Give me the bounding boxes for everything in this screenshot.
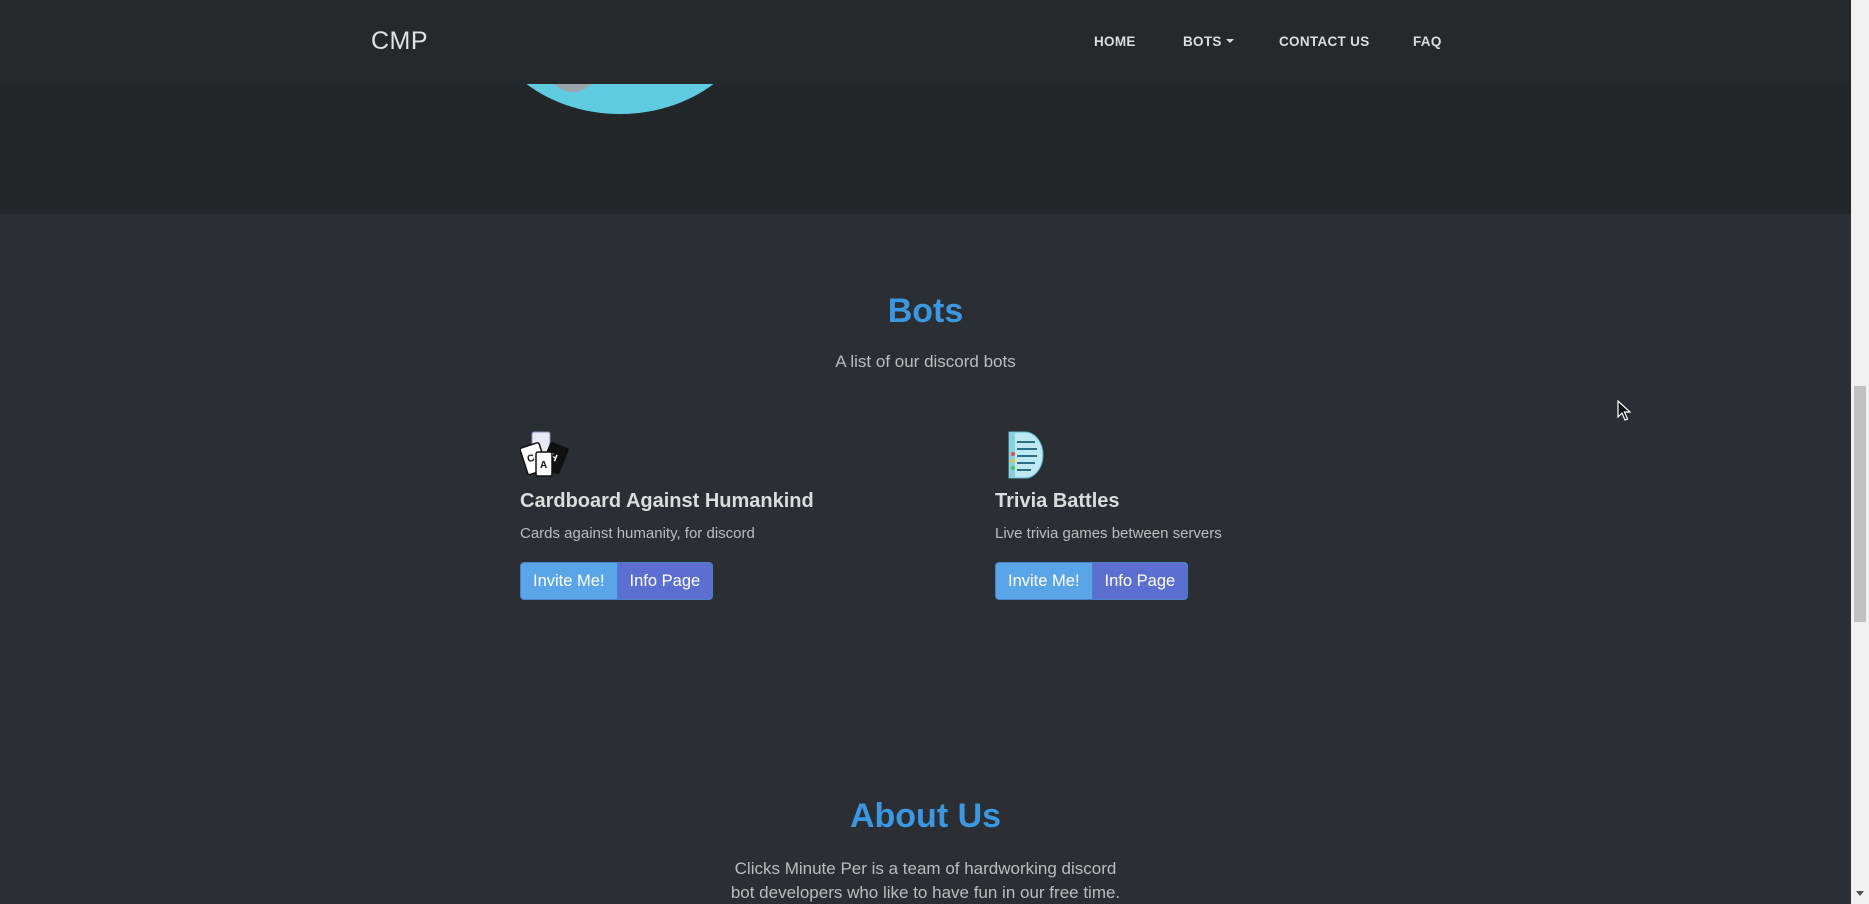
invite-button[interactable]: Invite Me! (995, 562, 1093, 600)
nav-bots-dropdown[interactable]: BOTS (1183, 34, 1234, 49)
info-page-button[interactable]: Info Page (1092, 562, 1189, 600)
bots-section-title: Bots (887, 292, 964, 330)
svg-text:A: A (540, 460, 547, 471)
caret-down-icon (1225, 39, 1234, 43)
about-description: Clicks Minute Per is a team of hardworki… (0, 857, 1851, 904)
scroll-down-arrow-icon[interactable] (1856, 891, 1864, 896)
about-section-title: About Us (849, 797, 1002, 835)
mouse-cursor-icon (1617, 400, 1631, 421)
bot-name: Cardboard Against Humankind (520, 490, 814, 512)
nav-contact-label: CONTACT US (1279, 34, 1370, 49)
bots-section-subtitle: A list of our discord bots (835, 352, 1016, 371)
bot-button-group: Invite Me! Info Page (520, 562, 940, 600)
nav-faq-label: FAQ (1413, 34, 1442, 49)
nav-bots-label: BOTS (1183, 34, 1222, 49)
bot-description: Cards against humanity, for discord (520, 525, 755, 542)
info-page-button[interactable]: Info Page (617, 562, 714, 600)
invite-button[interactable]: Invite Me! (520, 562, 618, 600)
bot-card-cah: C H A Cardboard Against Humankind Cards … (520, 430, 940, 600)
trivia-document-icon (1008, 431, 1044, 479)
page: CMP HOME BOTS CONTACT US FAQ Bots A list… (0, 0, 1851, 904)
nav-home-label: HOME (1094, 34, 1136, 49)
navbar: CMP HOME BOTS CONTACT US FAQ (0, 0, 1851, 84)
about-text-line: bot developers who like to have fun in o… (730, 883, 1121, 902)
bot-description: Live trivia games between servers (995, 525, 1222, 542)
nav-contact-us[interactable]: CONTACT US (1279, 34, 1370, 49)
bot-name: Trivia Battles (995, 490, 1120, 512)
nav-home[interactable]: HOME (1094, 34, 1136, 49)
about-text-line: Clicks Minute Per is a team of hardworki… (734, 859, 1117, 878)
scrollbar-thumb[interactable] (1854, 386, 1866, 622)
brand-logo[interactable]: CMP (371, 27, 428, 56)
cards-icon: C H A (520, 431, 569, 477)
bot-card-trivia: Trivia Battles Live trivia games between… (995, 430, 1415, 600)
bot-button-group: Invite Me! Info Page (995, 562, 1415, 600)
vertical-scrollbar[interactable] (1851, 0, 1869, 904)
nav-faq[interactable]: FAQ (1413, 34, 1442, 49)
